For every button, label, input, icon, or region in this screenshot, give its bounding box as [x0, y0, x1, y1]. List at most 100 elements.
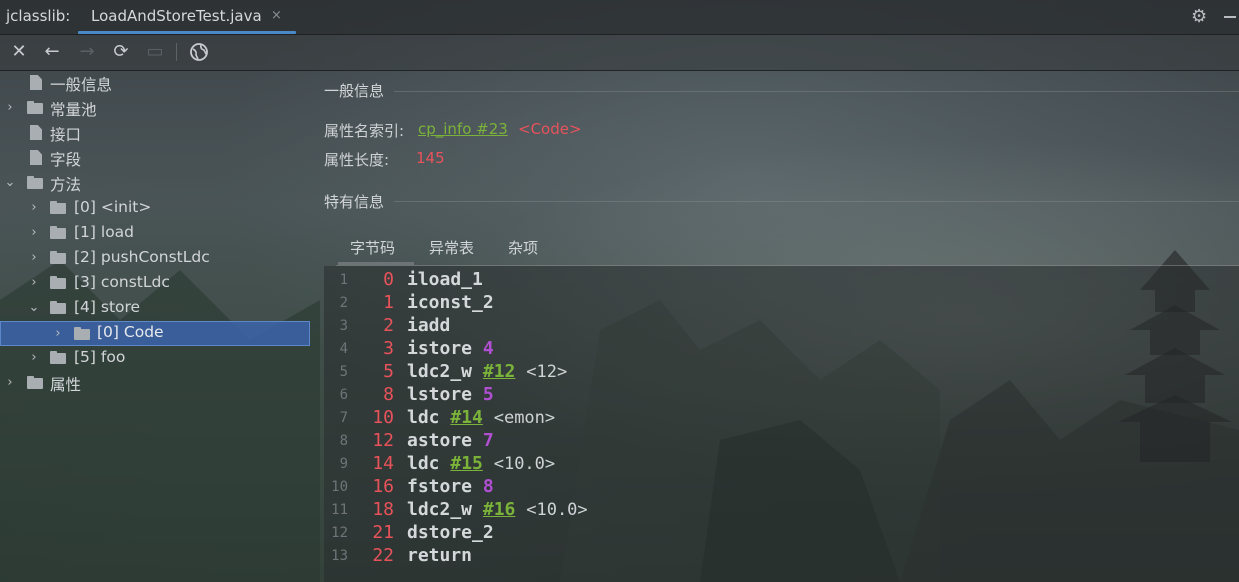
- bytecode-instruction: istore 4: [407, 338, 494, 359]
- chevron-right-icon[interactable]: ›: [3, 372, 17, 394]
- tree-item-label: 常量池: [50, 101, 97, 119]
- constant-ref-link[interactable]: #16: [483, 499, 516, 520]
- bytecode-instruction: lstore 5: [407, 384, 494, 405]
- chevron-down-icon[interactable]: ⌄: [3, 172, 17, 194]
- bytecode-offset: 2: [383, 315, 394, 336]
- line-number: 10: [331, 479, 348, 495]
- operand: 4: [482, 338, 494, 359]
- bytecode-instruction: iadd: [407, 315, 450, 336]
- opcode: iload_1: [407, 269, 483, 290]
- tree-item-method-load[interactable]: › [1] load: [0, 221, 312, 246]
- chevron-right-icon[interactable]: ›: [27, 222, 41, 244]
- bytecode-offset: 1: [383, 292, 394, 313]
- operand: 8: [482, 476, 494, 497]
- tab-bytecode[interactable]: 字节码: [350, 237, 395, 258]
- tree-item-methods[interactable]: ⌄ 方法: [0, 171, 312, 196]
- line-number: 7: [339, 410, 348, 426]
- attr-name-index-label: 属性名索引:: [324, 122, 405, 140]
- tree-item-constant-pool[interactable]: › 常量池: [0, 96, 312, 121]
- back-arrow-icon[interactable]: ←: [40, 41, 64, 63]
- constant-comment: <12>: [526, 362, 568, 382]
- bytecode-instruction: ldc #14 <emon>: [407, 407, 555, 428]
- bytecode-row: 7 10 ldc #14 <emon>: [324, 406, 1239, 429]
- opcode: dstore_2: [407, 522, 494, 543]
- bytecode-row: 6 8 lstore 5: [324, 383, 1239, 406]
- tree-item-attributes[interactable]: › 属性: [0, 371, 312, 396]
- chevron-down-icon[interactable]: ⌄: [27, 297, 41, 319]
- tree-item-method-foo[interactable]: › [5] foo: [0, 346, 312, 371]
- bytecode-instruction: return: [407, 545, 472, 566]
- chevron-right-icon[interactable]: ›: [27, 197, 41, 219]
- minimize-icon[interactable]: [1224, 16, 1236, 18]
- tab-exception-table[interactable]: 异常表: [429, 237, 474, 258]
- folder-icon: [50, 251, 66, 264]
- bytecode-instruction: ldc2_w #12 <12>: [407, 361, 567, 382]
- chevron-right-icon[interactable]: ›: [51, 323, 65, 345]
- detail-panel: 一般信息 属性名索引: cp_info #23 <Code> 属性长度: 145…: [312, 71, 1239, 582]
- folder-icon: [74, 327, 90, 340]
- tree-item-method-store[interactable]: ⌄ [4] store: [0, 296, 312, 321]
- folder-icon: [27, 176, 43, 189]
- line-number: 3: [339, 318, 348, 334]
- tree-item-interfaces[interactable]: 接口: [0, 121, 312, 146]
- constant-ref-link[interactable]: #15: [450, 453, 483, 474]
- forward-arrow-icon[interactable]: →: [75, 41, 99, 63]
- active-tab-indicator: [78, 31, 296, 34]
- tree-item-label: [2] pushConstLdc: [74, 248, 210, 266]
- folder-icon: [50, 301, 66, 314]
- line-number: 2: [339, 295, 348, 311]
- tree-item-label: 一般信息: [50, 76, 113, 94]
- close-icon[interactable]: ✕: [7, 41, 31, 63]
- tree-item-method-constldc[interactable]: › [3] constLdc: [0, 271, 312, 296]
- close-tab-icon[interactable]: ×: [271, 8, 282, 23]
- bytecode-offset: 21: [372, 522, 394, 543]
- folder-icon: [50, 276, 66, 289]
- browser-icon[interactable]: ▭: [143, 41, 167, 63]
- tree-item-general-info[interactable]: 一般信息: [0, 71, 312, 96]
- bytecode-offset: 14: [372, 453, 394, 474]
- chevron-right-icon[interactable]: ›: [3, 97, 17, 119]
- active-tab-indicator: [338, 262, 414, 265]
- bytecode-row: 3 2 iadd: [324, 314, 1239, 337]
- constant-ref-link[interactable]: #12: [483, 361, 516, 382]
- tab-loadandstoretest[interactable]: LoadAndStoreTest.java ×: [78, 0, 296, 34]
- tree-item-label: [0] <init>: [74, 198, 152, 216]
- tab-misc[interactable]: 杂项: [508, 237, 538, 258]
- bytecode-row: 8 12 astore 7: [324, 429, 1239, 452]
- tree-item-label: [0] Code: [97, 323, 164, 341]
- gear-icon[interactable]: ⚙: [1191, 6, 1207, 27]
- bytecode-row: 4 3 istore 4: [324, 337, 1239, 360]
- bytecode-offset: 12: [372, 430, 394, 451]
- tree-item-label: 方法: [50, 176, 82, 194]
- tree-item-code-selected[interactable]: › [0] Code: [0, 321, 310, 346]
- tree-item-method-init[interactable]: › [0] <init>: [0, 196, 312, 221]
- attr-name-index-link[interactable]: cp_info #23: [418, 120, 508, 138]
- refresh-icon[interactable]: ⟳: [109, 41, 133, 63]
- constant-ref-link[interactable]: #14: [450, 407, 483, 428]
- opcode: ldc: [407, 407, 440, 428]
- line-number: 8: [339, 433, 348, 449]
- constant-comment: <emon>: [493, 408, 556, 428]
- bytecode-offset: 22: [372, 545, 394, 566]
- line-number: 1: [339, 272, 348, 288]
- attr-length-label: 属性长度:: [324, 151, 390, 169]
- section-divider: [394, 91, 1239, 92]
- title-tab-bar: jclasslib: LoadAndStoreTest.java × ⚙: [0, 0, 1239, 35]
- chevron-right-icon[interactable]: ›: [27, 247, 41, 269]
- file-icon: [30, 75, 42, 90]
- opcode: ldc2_w: [407, 499, 473, 520]
- bytecode-instruction: astore 7: [407, 430, 494, 451]
- tree-item-label: 字段: [50, 151, 82, 169]
- tree-item-label: 属性: [50, 376, 82, 394]
- bytecode-row: 13 22 return: [324, 544, 1239, 567]
- bytecode-row: 9 14 ldc #15 <10.0>: [324, 452, 1239, 475]
- chevron-right-icon[interactable]: ›: [27, 272, 41, 294]
- opcode: ldc: [407, 453, 440, 474]
- web-icon[interactable]: [187, 41, 211, 63]
- chevron-right-icon[interactable]: ›: [27, 347, 41, 369]
- opcode: istore: [407, 338, 473, 359]
- tree-item-fields[interactable]: 字段: [0, 146, 312, 171]
- section-divider: [394, 201, 1239, 202]
- tree-item-method-pushconstldc[interactable]: › [2] pushConstLdc: [0, 246, 312, 271]
- attr-name-value: <Code>: [518, 120, 582, 138]
